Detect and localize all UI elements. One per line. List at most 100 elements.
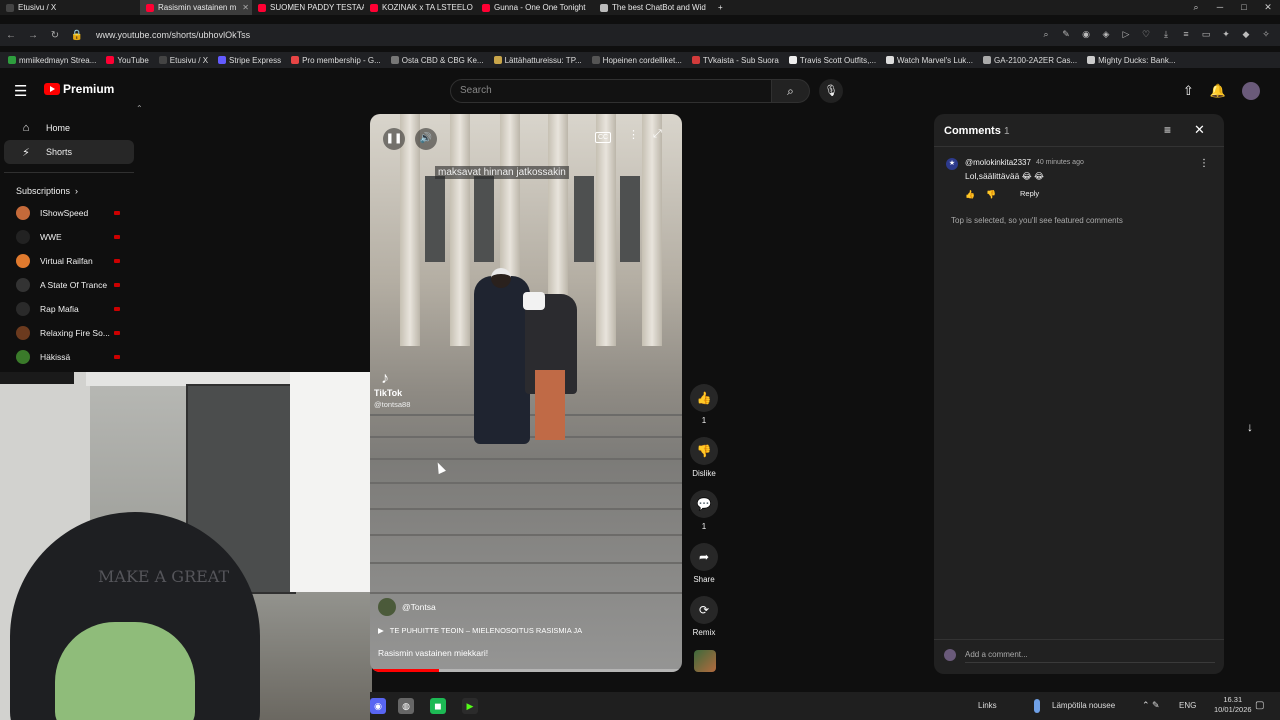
bookmark-item[interactable]: Lättähattureissu: TP... xyxy=(493,56,582,65)
channel-row[interactable]: @Tontsa xyxy=(378,598,436,616)
subscription-item[interactable]: IShowSpeed xyxy=(0,201,140,225)
obs-icon[interactable]: ◼ xyxy=(430,698,446,714)
remix-button[interactable]: ⟳ Remix xyxy=(686,596,722,637)
download-icon[interactable]: ⤓ xyxy=(1160,28,1172,40)
volume-button[interactable]: 🔊 xyxy=(415,128,437,150)
bookmark-item[interactable]: Osta CBD & CBG Ke... xyxy=(390,56,484,65)
extension-icon[interactable]: ✦ xyxy=(1220,28,1232,40)
comment-reply-button[interactable]: Reply xyxy=(1020,189,1039,198)
url-field[interactable]: www.youtube.com/shorts/ubhovlOkTss xyxy=(96,30,250,40)
subscription-name: A State Of Trance xyxy=(40,280,108,290)
notification-icon[interactable]: ▢ xyxy=(1255,700,1264,711)
weather-text[interactable]: Lämpötila nousee xyxy=(1052,701,1115,710)
app-icon[interactable]: ◍ xyxy=(398,698,414,714)
maximize-icon[interactable]: □ xyxy=(1232,0,1256,15)
bookmark-item[interactable]: Pro membership - G... xyxy=(291,56,381,65)
upload-icon[interactable]: ⇧ xyxy=(1183,83,1194,99)
browser-tab[interactable]: Etusivu / X xyxy=(0,0,140,15)
like-button[interactable]: 👍 1 xyxy=(686,384,722,425)
comment-like-icon[interactable]: 👍 xyxy=(965,190,975,199)
sort-icon[interactable]: ≡ xyxy=(1164,123,1171,137)
bookmark-item[interactable]: Travis Scott Outfits,... xyxy=(788,56,876,65)
chevron-right-icon: › xyxy=(75,186,79,196)
subscription-item[interactable]: Rap Mafia xyxy=(0,297,140,321)
new-tab-button[interactable]: + xyxy=(712,0,729,15)
dislike-button[interactable]: 👎 Dislike xyxy=(686,437,722,478)
taskbar-links[interactable]: Links xyxy=(978,701,997,710)
voice-search-button[interactable]: 🎙 xyxy=(819,79,843,103)
music-row[interactable]: ▶ TE PUHUITTE TEOIN – MIELENOSOITUS RASI… xyxy=(378,626,582,635)
video-progress-bar[interactable] xyxy=(370,669,682,672)
channel-avatar[interactable] xyxy=(378,598,396,616)
comment-author[interactable]: @molokinkita2337 xyxy=(965,158,1031,167)
fullscreen-icon[interactable]: ⤢ xyxy=(653,128,662,141)
ai-icon[interactable]: ✧ xyxy=(1260,28,1272,40)
bookmark-item[interactable]: Etusivu / X xyxy=(158,56,208,65)
system-tray-icons[interactable]: ⌃ ✎ xyxy=(1142,700,1160,711)
shorts-video-player[interactable]: ❚❚ 🔊 CC ⋮ ⤢ maksavat hinnan jatkossakin … xyxy=(370,114,682,672)
close-window-icon[interactable]: ✕ xyxy=(1256,0,1280,15)
kick-icon[interactable]: ▶ xyxy=(462,698,478,714)
back-icon[interactable]: ← xyxy=(0,30,22,41)
close-tab-icon[interactable]: ✕ xyxy=(242,3,249,12)
tab-label: KOZINAK x TA LSTEELO xyxy=(382,3,473,12)
bookmark-item[interactable]: GA-2100-2A2ER Cas... xyxy=(982,56,1077,65)
browser-tab[interactable]: SUOMEN PADDY TESTAA xyxy=(252,0,364,15)
hamburger-menu-icon[interactable]: ☰ xyxy=(14,82,27,100)
bookmark-item[interactable]: Mighty Ducks: Bank... xyxy=(1087,56,1175,65)
share-button[interactable]: ➦ Share xyxy=(686,543,722,584)
more-options-icon[interactable]: ⋮ xyxy=(628,128,639,141)
bookmark-item[interactable]: Hopeinen cordelliket... xyxy=(591,56,682,65)
clock[interactable]: 16.31 10/01/2026 xyxy=(1214,695,1252,715)
minimize-icon[interactable]: ─ xyxy=(1208,0,1232,15)
bookmark-item[interactable]: Stripe Express xyxy=(218,56,281,65)
bookmark-item[interactable]: mmiikedmayn Strea... xyxy=(8,56,96,65)
zoom-icon[interactable]: ⌕ xyxy=(1040,28,1052,40)
bookmark-item[interactable]: TVkaista - Sub Suora xyxy=(691,56,779,65)
close-icon[interactable]: ✕ xyxy=(1194,122,1205,138)
subscription-item[interactable]: Virtual Railfan xyxy=(0,249,140,273)
subscription-item[interactable]: WWE xyxy=(0,225,140,249)
bookmark-item[interactable]: Watch Marvel's Luk... xyxy=(886,56,973,65)
wallet-icon[interactable]: ▭ xyxy=(1200,28,1212,40)
search-button[interactable]: ⌕ xyxy=(772,79,810,103)
add-comment-input[interactable]: Add a comment... xyxy=(965,650,1028,659)
subscription-item[interactable]: A State Of Trance xyxy=(0,273,140,297)
sidebar-item-shorts[interactable]: ⚡ Shorts xyxy=(4,140,134,164)
search-input[interactable]: Search xyxy=(450,79,772,103)
search-tabs-icon[interactable]: ⌕ xyxy=(1184,0,1208,15)
cube-icon[interactable]: ◆ xyxy=(1240,28,1252,40)
subscription-item[interactable]: Relaxing Fire So... xyxy=(0,321,140,345)
shield-icon[interactable]: ◈ xyxy=(1100,28,1112,40)
browser-tab[interactable]: KOZINAK x TA LSTEELO xyxy=(364,0,476,15)
subscription-item[interactable]: Häkissä xyxy=(0,345,140,369)
captions-button[interactable]: CC xyxy=(595,132,612,143)
subscriptions-header[interactable]: Subscriptions › xyxy=(0,181,140,201)
menu-icon[interactable]: ≡ xyxy=(1180,28,1192,40)
browser-tab-active[interactable]: Rasismin vastainen m ✕ xyxy=(140,0,252,15)
heart-icon[interactable]: ♡ xyxy=(1140,28,1152,40)
reload-icon[interactable]: ↻ xyxy=(44,30,66,41)
bookmark-item[interactable]: YouTube xyxy=(106,56,149,65)
arrow-down-icon[interactable]: ↓ xyxy=(1240,417,1260,437)
comments-button[interactable]: 💬 1 xyxy=(686,490,722,531)
browser-tab[interactable]: The best ChatBot and Wid xyxy=(594,0,712,15)
account-avatar[interactable] xyxy=(1242,82,1260,100)
channel-name[interactable]: @Tontsa xyxy=(402,602,436,612)
sidebar-item-home[interactable]: ⌂ Home xyxy=(4,116,134,140)
forward-icon[interactable]: → xyxy=(22,30,44,41)
comment-dislike-icon[interactable]: 👎 xyxy=(986,190,996,199)
commenter-avatar[interactable]: ★ xyxy=(946,158,958,170)
camera-icon[interactable]: ◉ xyxy=(1080,28,1092,40)
edit-icon[interactable]: ✎ xyxy=(1060,28,1072,40)
notifications-bell-icon[interactable]: 🔔 xyxy=(1210,83,1226,99)
browser-tab[interactable]: Gunna - One One Tonight xyxy=(476,0,594,15)
discord-icon[interactable]: ◉ xyxy=(370,698,386,714)
sound-thumbnail[interactable] xyxy=(694,650,716,672)
language-indicator[interactable]: ENG xyxy=(1179,701,1196,710)
comment-more-icon[interactable]: ⋮ xyxy=(1199,158,1209,169)
pause-button[interactable]: ❚❚ xyxy=(383,128,405,150)
youtube-logo[interactable]: Premium xyxy=(44,82,114,96)
play-icon[interactable]: ▷ xyxy=(1120,28,1132,40)
chevron-up-icon[interactable]: ⌃ xyxy=(136,104,143,113)
